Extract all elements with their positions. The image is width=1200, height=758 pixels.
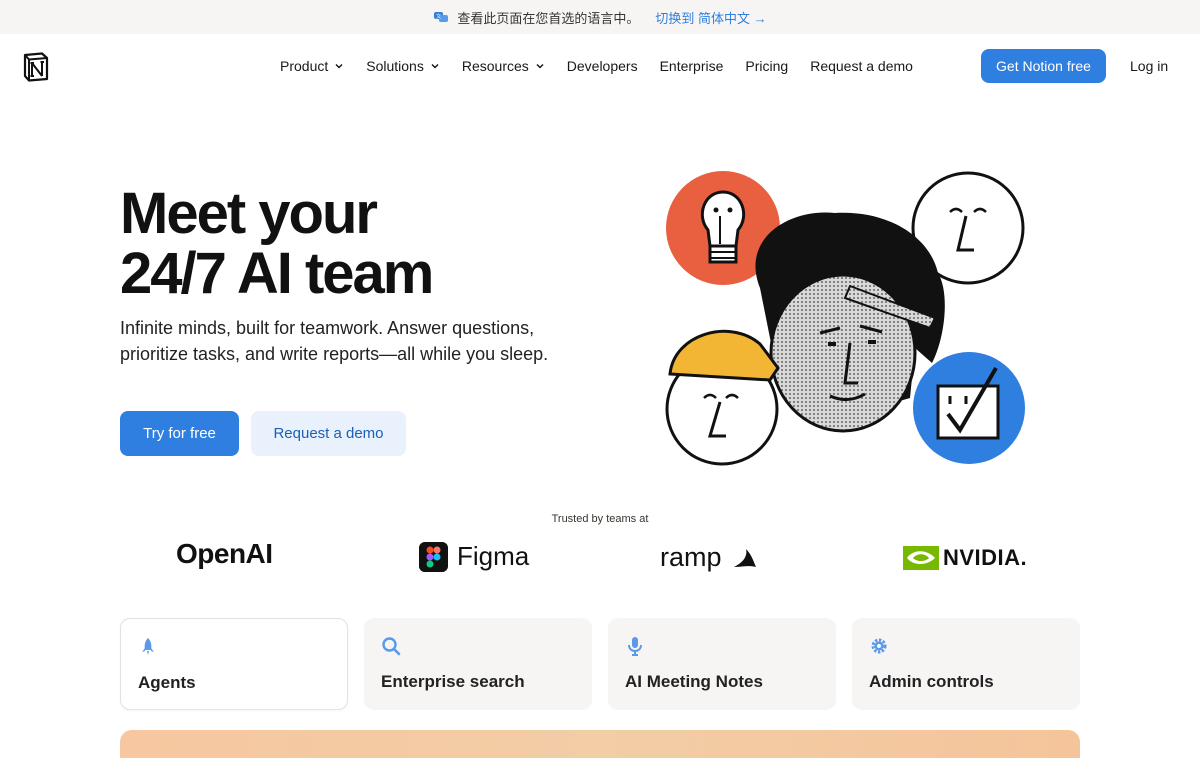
hero-subtitle: Infinite minds, built for teamwork. Answ… bbox=[120, 318, 549, 364]
nav-item-label: Pricing bbox=[745, 58, 789, 74]
svg-text:文: 文 bbox=[436, 13, 441, 20]
notion-logo-icon[interactable] bbox=[22, 52, 50, 82]
openai-logo: OpenAI bbox=[176, 538, 273, 569]
microphone-icon bbox=[628, 637, 642, 656]
try-for-free-button[interactable]: Try for free bbox=[120, 411, 239, 456]
hero-title-line-1: Meet your bbox=[120, 181, 378, 246]
nav-item-label: Resources bbox=[461, 58, 529, 74]
hero-title-line-2: 24/7 AI team bbox=[120, 241, 434, 306]
chevron-down-icon bbox=[536, 63, 544, 69]
feature-label: Admin controls bbox=[869, 672, 994, 691]
nvidia-logo: NVIDIA. bbox=[903, 545, 1027, 571]
figma-wordmark: Figma bbox=[457, 541, 530, 571]
nav-item-enterprise[interactable]: Enterprise bbox=[660, 58, 724, 74]
hero-title: Meet your 24/7 AI team bbox=[120, 181, 434, 306]
request-demo-button[interactable]: Request a demo bbox=[251, 411, 406, 456]
ramp-wordmark: ramp bbox=[660, 542, 722, 572]
figma-logo: Figma bbox=[419, 541, 529, 572]
feature-label: Agents bbox=[138, 673, 196, 692]
ai-team-illustration bbox=[665, 171, 1025, 466]
checkbox-icon bbox=[913, 352, 1025, 464]
nav-item-pricing[interactable]: Pricing bbox=[745, 58, 788, 74]
nav-item-label: Product bbox=[280, 58, 329, 74]
nav-item-label: Enterprise bbox=[659, 58, 724, 74]
feature-label: AI Meeting Notes bbox=[625, 672, 763, 691]
hero-preview-strip bbox=[120, 730, 1080, 758]
nvidia-wordmark: NVIDIA. bbox=[943, 545, 1028, 570]
nav-item-label: Request a demo bbox=[810, 58, 913, 74]
banner-message: 查看此页面在您首选的语言中。 bbox=[457, 10, 640, 26]
language-banner: 文 查看此页面在您首选的语言中。 切换到 简体中文 → bbox=[0, 0, 1200, 34]
ramp-mark-icon bbox=[733, 548, 756, 567]
switch-language-link[interactable]: 切换到 简体中文 → bbox=[655, 8, 766, 27]
feature-tab-admin-controls[interactable]: Admin controls bbox=[852, 618, 1080, 710]
rocket-icon bbox=[142, 638, 154, 655]
get-notion-free-button[interactable]: Get Notion free bbox=[981, 49, 1106, 83]
nav-item-resources[interactable]: Resources bbox=[462, 58, 545, 74]
feature-tab-ai-meeting-notes[interactable]: AI Meeting Notes bbox=[608, 618, 836, 710]
figma-mark-icon bbox=[419, 541, 448, 572]
nav-item-label: Developers bbox=[566, 58, 638, 74]
login-link[interactable]: Log in bbox=[1130, 58, 1168, 74]
search-icon bbox=[382, 637, 401, 656]
translate-icon: 文 bbox=[434, 12, 449, 22]
nav-item-developers[interactable]: Developers bbox=[567, 58, 638, 74]
nvidia-eye-icon bbox=[903, 546, 939, 570]
nav-item-label: Solutions bbox=[366, 58, 424, 74]
chevron-down-icon bbox=[431, 63, 439, 69]
nav-item-solutions[interactable]: Solutions bbox=[366, 58, 440, 74]
chevron-down-icon bbox=[335, 63, 343, 69]
top-nav: Product Solutions Resources Developers Enter… bbox=[0, 34, 1200, 100]
hardhat-face-icon bbox=[665, 329, 780, 466]
ramp-logo: ramp bbox=[660, 542, 758, 573]
nav-links: Product Solutions Resources Developers Enter… bbox=[280, 58, 935, 74]
nav-item-request-a-demo[interactable]: Request a demo bbox=[810, 58, 913, 74]
feature-tab-enterprise-search[interactable]: Enterprise search bbox=[364, 618, 592, 710]
nav-item-product[interactable]: Product bbox=[280, 58, 344, 74]
feature-tab-agents[interactable]: Agents bbox=[120, 618, 348, 710]
feature-label: Enterprise search bbox=[381, 672, 525, 691]
gear-icon bbox=[871, 638, 887, 654]
trusted-label: Trusted by teams at bbox=[551, 513, 649, 525]
